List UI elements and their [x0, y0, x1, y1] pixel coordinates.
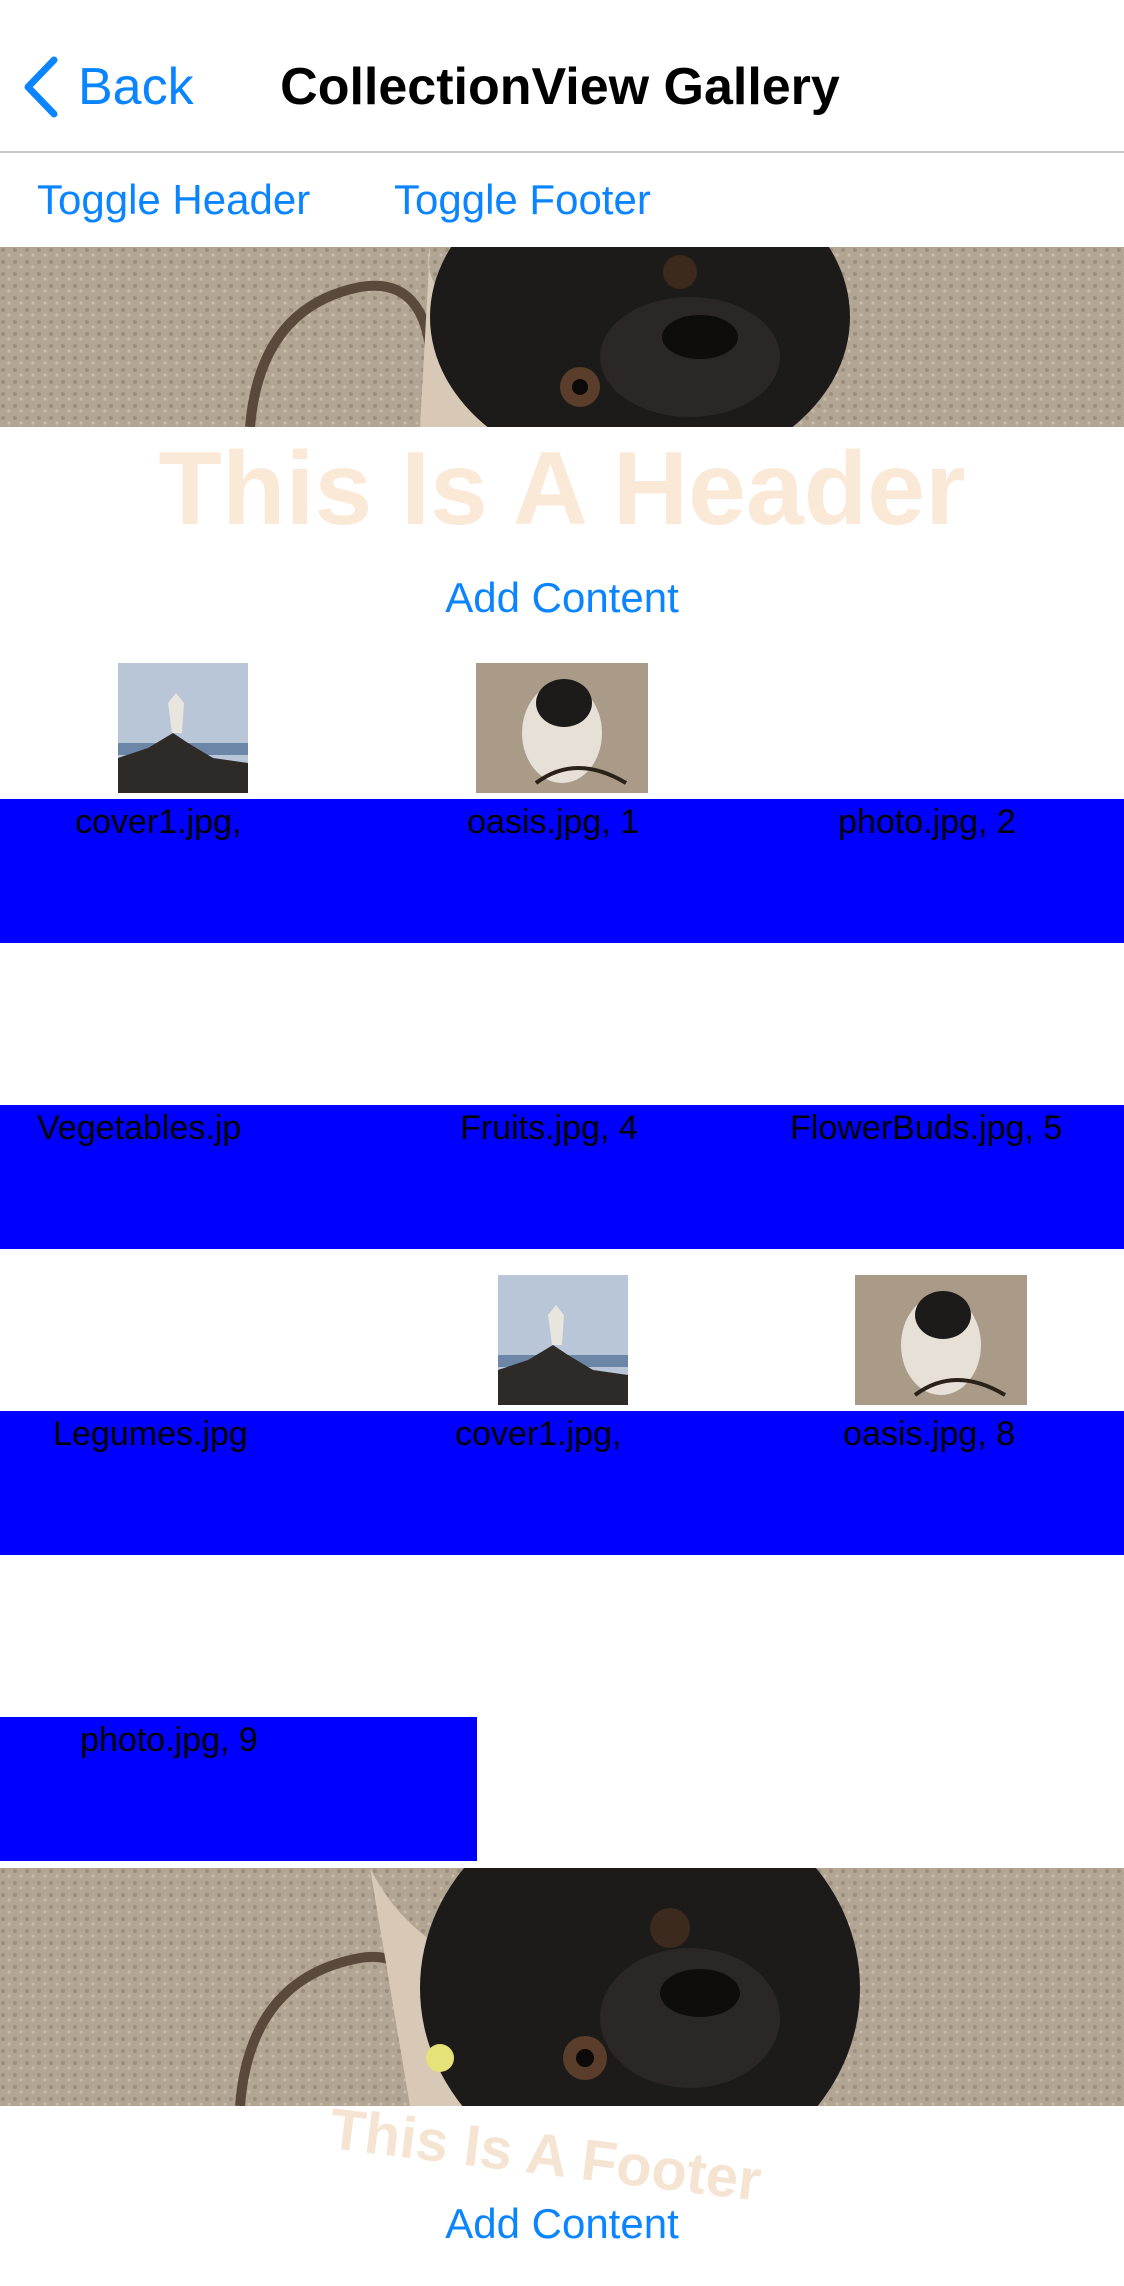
cell-label: oasis.jpg, 1 — [467, 803, 639, 841]
toggle-footer-button[interactable]: Toggle Footer — [394, 168, 651, 232]
footer-title: This Is A Footer — [326, 2096, 765, 2214]
footer-photo — [0, 1868, 1124, 2106]
cell-label: Fruits.jpg, 4 — [460, 1109, 638, 1147]
cover1-thumbnail — [118, 663, 248, 793]
oasis-thumbnail — [476, 663, 648, 793]
cell-label: cover1.jpg, — [75, 803, 242, 841]
cell-label: photo.jpg, 9 — [80, 1721, 258, 1759]
cell-label: oasis.jpg, 8 — [843, 1415, 1015, 1453]
chevron-left-icon — [24, 56, 58, 118]
cover1-thumbnail — [498, 1275, 628, 1405]
cell-label: Vegetables.jp — [37, 1109, 242, 1147]
cell-label: Legumes.jpg — [53, 1415, 248, 1453]
cell-label: photo.jpg, 2 — [838, 803, 1016, 841]
header-photo — [0, 247, 1124, 427]
header-add-content-button[interactable]: Add Content — [0, 574, 1124, 622]
cell-label: FlowerBuds.jpg, 5 — [790, 1109, 1063, 1147]
toggle-header-button[interactable]: Toggle Header — [37, 168, 310, 232]
cell-label: cover1.jpg, — [455, 1415, 622, 1453]
oasis-thumbnail — [855, 1275, 1027, 1405]
page-title: CollectionView Gallery — [280, 58, 840, 116]
footer-add-content-button[interactable]: Add Content — [0, 2200, 1124, 2248]
back-label: Back — [78, 58, 194, 116]
header-title: This Is A Header — [158, 431, 966, 547]
back-button[interactable]: Back — [22, 52, 194, 122]
